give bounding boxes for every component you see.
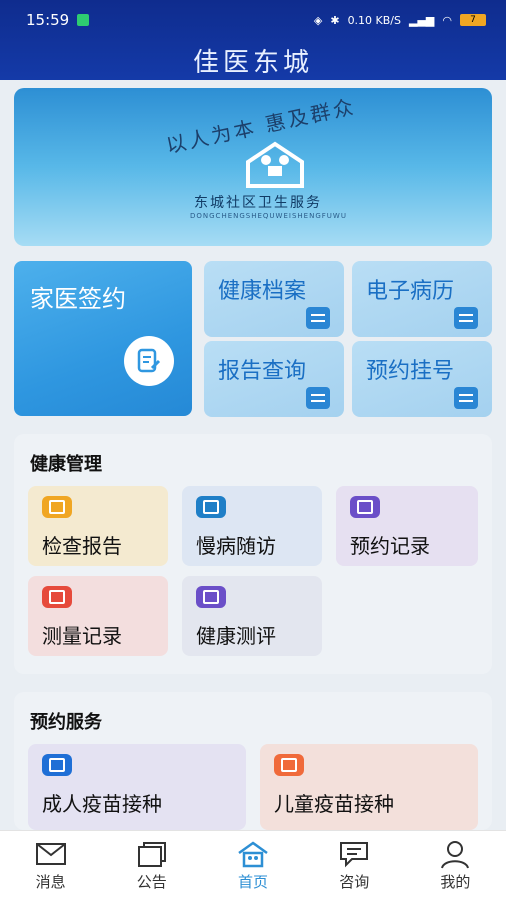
- banner[interactable]: 以人为本 惠及群众 东城社区卫生服务 DONGCHENGSHEQUWEISHEN…: [14, 88, 492, 246]
- app-notification-icon: [77, 14, 90, 26]
- user-icon: [439, 837, 471, 871]
- appointment-record-card[interactable]: 预约记录: [336, 486, 478, 566]
- health-management-section: 健康管理 检查报告 慢病随访 预约记录 测量记录 健康测评: [14, 434, 492, 674]
- card-label: 测量记录: [42, 624, 122, 648]
- tile-label: 报告查询: [218, 359, 307, 384]
- nav-notices[interactable]: 公告: [101, 831, 202, 900]
- appointment-register-tile[interactable]: 预约挂号: [352, 341, 492, 417]
- section-title: 健康管理: [30, 454, 102, 475]
- child-vaccine-card[interactable]: 儿童疫苗接种: [260, 744, 478, 830]
- banner-org-name: 东城社区卫生服务: [194, 195, 322, 211]
- syringe-icon: [274, 754, 304, 776]
- appointment-icon: [350, 496, 380, 518]
- tile-label: 预约挂号: [366, 359, 455, 384]
- health-assessment-card[interactable]: 健康测评: [182, 576, 322, 656]
- syringe-icon: [42, 754, 72, 776]
- home-icon: [236, 837, 270, 871]
- heart-icon: [196, 586, 226, 608]
- bluetooth-icon: ✱: [330, 13, 340, 27]
- clinic-logo-icon: [246, 141, 304, 188]
- nav-home[interactable]: 首页: [202, 831, 303, 900]
- booking-services-section: 预约服务 成人疫苗接种 儿童疫苗接种: [14, 692, 492, 830]
- list-icon: [454, 387, 478, 409]
- card-label: 成人疫苗接种: [42, 792, 162, 816]
- nav-consult[interactable]: 咨询: [304, 831, 405, 900]
- signal-icon: ▂▄▆: [409, 13, 435, 27]
- card-label: 健康测评: [196, 624, 276, 648]
- list-icon: [306, 387, 330, 409]
- card-label: 检查报告: [42, 534, 122, 558]
- notice-icon: [136, 837, 168, 871]
- adult-vaccine-card[interactable]: 成人疫苗接种: [28, 744, 246, 830]
- tile-label: 电子病历: [366, 279, 455, 304]
- status-bar: 15:59 ◈ ✱ 0.10 KB/S ▂▄▆ ◠ 7: [0, 0, 506, 40]
- followup-icon: [196, 496, 226, 518]
- chat-icon: [338, 837, 370, 871]
- chronic-followup-card[interactable]: 慢病随访: [182, 486, 322, 566]
- nav-messages[interactable]: 消息: [0, 831, 101, 900]
- report-query-tile[interactable]: 报告查询: [204, 341, 344, 417]
- nav-label: 首页: [238, 873, 269, 891]
- nav-label: 咨询: [339, 873, 370, 891]
- wifi-icon: ◠: [442, 13, 452, 27]
- banner-pinyin: DONGCHENGSHEQUWEISHENGFUWU: [190, 212, 347, 220]
- record-icon: [306, 307, 330, 329]
- card-label: 预约记录: [350, 534, 430, 558]
- emr-tile[interactable]: 电子病历: [352, 261, 492, 337]
- mail-icon: [35, 837, 67, 871]
- measurement-record-card[interactable]: 测量记录: [28, 576, 168, 656]
- card-label: 慢病随访: [196, 534, 276, 558]
- vibrate-icon: ◈: [313, 13, 323, 27]
- medical-record-icon: [454, 307, 478, 329]
- nav-label: 消息: [35, 873, 66, 891]
- bottom-nav: 消息 公告 首页 咨询 我的: [0, 830, 506, 900]
- measurement-icon: [42, 586, 72, 608]
- app-header: 15:59 ◈ ✱ 0.10 KB/S ▂▄▆ ◠ 7 佳医东城: [0, 0, 506, 80]
- tile-label: 健康档案: [218, 279, 307, 304]
- battery-icon: 7: [460, 14, 486, 26]
- sign-form-icon: [124, 336, 174, 386]
- exam-report-card[interactable]: 检查报告: [28, 486, 168, 566]
- nav-profile[interactable]: 我的: [405, 831, 506, 900]
- nav-label: 公告: [136, 873, 167, 891]
- health-record-tile[interactable]: 健康档案: [204, 261, 344, 337]
- network-speed: 0.10 KB/S: [347, 13, 401, 27]
- nav-label: 我的: [440, 873, 471, 891]
- report-icon: [42, 496, 72, 518]
- tile-label: 家医签约: [30, 285, 126, 313]
- status-time: 15:59: [26, 11, 70, 29]
- card-label: 儿童疫苗接种: [274, 792, 394, 816]
- family-doctor-sign-tile[interactable]: 家医签约: [14, 261, 192, 416]
- app-title: 佳医东城: [192, 48, 313, 78]
- section-title: 预约服务: [30, 712, 102, 733]
